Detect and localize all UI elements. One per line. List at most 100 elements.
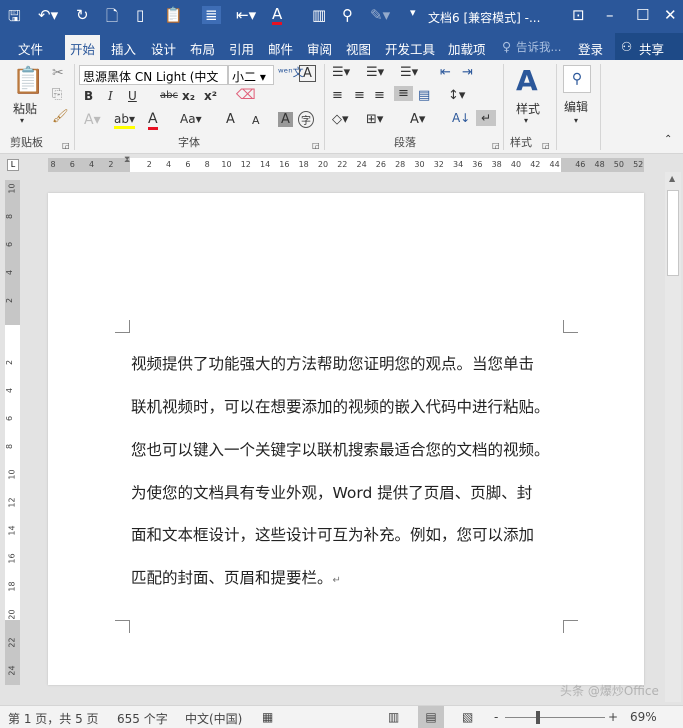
font-color-icon[interactable]: A [148,112,158,130]
multilevel-list-icon[interactable]: ☰▾ [400,65,418,80]
align-center-icon[interactable]: ≡ [354,88,365,103]
tab-home[interactable]: 开始 [65,35,101,60]
char-border-icon[interactable]: A [299,65,316,82]
tab-view[interactable]: 视图 [346,39,371,58]
char-shading-button[interactable]: A [278,112,293,127]
decrease-indent-icon[interactable]: ⇤ [440,65,451,80]
font-size-select[interactable]: 小二 ▾ [228,65,274,85]
chinese-layout-icon[interactable]: A▾ [410,112,425,127]
print-preview-icon[interactable]: 🗋 [106,6,118,31]
clear-format-icon[interactable]: ⌫ [236,87,256,103]
tell-me-input[interactable]: 告诉我... [516,39,561,55]
superscript-button[interactable]: x² [204,89,217,103]
subscript-button[interactable]: x₂ [182,89,195,103]
paste-icon[interactable]: 📋 [164,6,183,24]
tab-selector-icon[interactable]: L [7,159,19,171]
align-left-icon[interactable]: ≡ [332,88,343,103]
read-mode-icon[interactable]: ≣ [202,6,221,24]
italic-button[interactable]: I [108,89,113,103]
ribbon-display-icon[interactable]: ⊡ [572,6,585,24]
horizontal-ruler[interactable]: 8642 2 4 6 8 10 12 14 16 18 20 22 24 26 28 30 32 34 36 38 4… [48,155,644,172]
align-right-icon[interactable]: ≡ [374,88,385,103]
indent-marker-icon[interactable]: ⧗ [124,155,130,165]
paragraph-launcher-icon[interactable]: ◲ [492,141,500,150]
customize-icon[interactable]: ▾ [410,6,416,19]
numbering-icon[interactable]: ☰▾ [366,65,384,80]
word-count[interactable]: 655 个字 [117,710,168,727]
editing-button[interactable]: 编辑 [564,98,588,115]
paste-icon[interactable]: 📋 [12,66,44,96]
enclose-char-button[interactable]: 字 [298,111,314,128]
zoom-out-icon[interactable]: - [494,710,498,724]
language[interactable]: 中文(中国) [185,710,242,727]
vertical-scrollbar[interactable]: ▲ [665,172,681,702]
format-painter-icon[interactable]: 🖌 [52,109,69,124]
collapse-ribbon-icon[interactable]: ⌃ [664,134,672,145]
distributed-icon[interactable]: ▤ [418,88,430,103]
clipboard-launcher-icon[interactable]: ◲ [62,141,70,150]
zoom-level[interactable]: 69% [630,710,657,724]
shrink-font-button[interactable]: A [252,114,260,127]
underline-button[interactable]: U [128,89,137,103]
minimize-icon[interactable]: – [606,6,614,24]
paste-button[interactable]: 粘贴 [13,100,37,117]
read-mode-icon[interactable]: ▥ [388,710,399,724]
styles-icon[interactable]: A [516,64,538,97]
find-icon[interactable]: ⚲ [563,65,591,93]
undo-icon[interactable]: ↶▾ [38,6,58,24]
print-layout-icon[interactable]: ▤ [418,706,444,728]
tab-insert[interactable]: 插入 [111,39,136,58]
font-color-icon[interactable]: A [272,6,283,25]
strikethrough-button[interactable]: abc [160,90,178,101]
styles-launcher-icon[interactable]: ◲ [542,141,550,150]
bold-button[interactable]: B [84,89,93,103]
new-doc-icon[interactable]: ▯ [136,6,144,24]
page-count[interactable]: 第 1 页，共 5 页 [8,710,99,727]
styles-button[interactable]: 样式 [516,100,540,117]
align-icon[interactable]: ⇤▾ [236,6,256,24]
text-effects-icon[interactable]: A▾ [84,112,101,128]
copy-icon[interactable]: ⎘ [52,87,62,102]
show-marks-icon[interactable]: ↵ [476,110,497,126]
zoom-in-icon[interactable]: + [608,710,618,724]
signin-link[interactable]: 登录 [578,39,603,58]
font-launcher-icon[interactable]: ◲ [312,141,320,150]
zoom-slider-thumb[interactable] [536,711,540,724]
tab-developer[interactable]: 开发工具 [385,39,435,58]
grow-font-button[interactable]: A [226,112,235,127]
close-icon[interactable]: ✕ [664,6,677,24]
borders-icon[interactable]: ⊞▾ [366,112,383,127]
edit-icon[interactable]: ✎▾ [370,6,390,24]
line-spacing-icon[interactable]: ↕▾ [448,88,465,103]
redo-icon[interactable]: ↻ [76,6,89,24]
change-case-button[interactable]: Aa▾ [180,112,202,126]
zoom-slider[interactable] [505,717,605,718]
increase-indent-icon[interactable]: ⇥ [462,65,473,80]
tab-layout[interactable]: 布局 [190,39,215,58]
tab-review[interactable]: 审阅 [307,39,332,58]
columns-icon[interactable]: ▥ [312,6,326,24]
web-layout-icon[interactable]: ▧ [462,710,473,724]
scroll-up-icon[interactable]: ▲ [669,174,675,183]
tab-design[interactable]: 设计 [151,39,176,58]
sort-icon[interactable]: A↓ [452,111,470,125]
cut-icon[interactable]: ✂ [52,65,64,81]
paste-dropdown-icon[interactable]: ▾ [20,116,24,125]
highlight-icon[interactable]: ab▾ [114,112,135,129]
styles-dropdown-icon[interactable]: ▾ [524,116,528,125]
maximize-icon[interactable]: ☐ [636,6,649,24]
vertical-ruler[interactable]: 10 8 6 4 2 2 4 6 8 10 12 14 16 18 20 22 24 [5,180,20,685]
tab-references[interactable]: 引用 [229,39,254,58]
tab-file[interactable]: 文件 [18,39,43,58]
share-button[interactable]: ⚇ 共享 [615,33,683,60]
tab-addins[interactable]: 加载项 [448,39,486,58]
font-name-select[interactable]: 思源黑体 CN Light (中文 [79,65,228,85]
editing-dropdown-icon[interactable]: ▾ [574,116,578,125]
justify-icon[interactable]: ≡ [394,86,413,101]
macro-icon[interactable]: ▦ [262,710,273,724]
bullets-icon[interactable]: ☰▾ [332,65,350,80]
save-icon[interactable]: 🖫 [8,6,21,31]
scroll-thumb[interactable] [667,190,679,276]
tab-mailings[interactable]: 邮件 [268,39,293,58]
find-icon[interactable]: ⚲ [342,6,353,24]
